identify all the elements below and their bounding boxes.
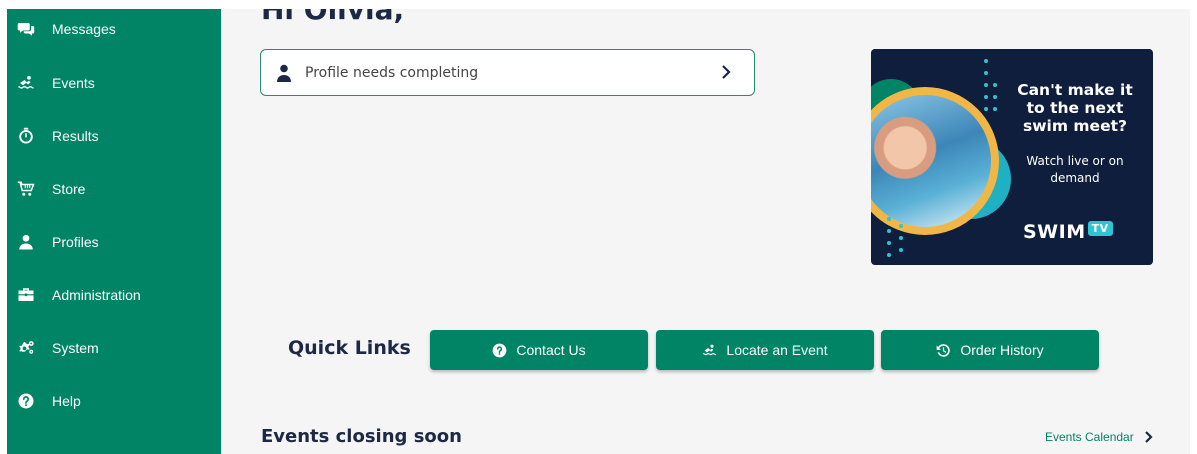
question-circle-icon bbox=[493, 343, 507, 357]
sidebar-item-messages[interactable]: Messages bbox=[7, 9, 221, 49]
profile-card-text: Profile needs completing bbox=[305, 64, 479, 81]
ad-headline: Can't make it to the next swim meet? bbox=[1017, 81, 1133, 135]
sidebar-item-events[interactable]: Events bbox=[7, 63, 221, 103]
chevron-right-icon bbox=[1144, 431, 1153, 443]
decorative-dots bbox=[984, 59, 988, 119]
swimtv-ad-banner[interactable]: Can't make it to the next swim meet? Wat… bbox=[871, 49, 1153, 265]
sidebar-item-label: Results bbox=[52, 128, 99, 144]
sidebar-item-label: Events bbox=[52, 75, 95, 91]
sidebar-item-label: Store bbox=[52, 181, 86, 197]
sidebar-item-administration[interactable]: Administration bbox=[7, 275, 221, 315]
sidebar-item-help[interactable]: Help bbox=[7, 381, 221, 421]
profile-completion-card[interactable]: Profile needs completing bbox=[260, 49, 755, 96]
ad-subline: Watch live or on demand bbox=[1026, 154, 1124, 185]
locate-event-button[interactable]: Locate an Event bbox=[656, 330, 874, 370]
user-icon bbox=[277, 64, 291, 82]
main-content: Hi Olivia, Profile needs completing Can'… bbox=[221, 9, 1190, 454]
sidebar-item-label: Help bbox=[52, 393, 81, 409]
sidebar: Messages Events Results Store Profiles A… bbox=[7, 9, 221, 454]
contact-us-button[interactable]: Contact Us bbox=[430, 330, 648, 370]
page-title: Hi Olivia, bbox=[261, 9, 405, 26]
events-closing-soon-heading: Events closing soon bbox=[261, 426, 462, 447]
history-icon bbox=[937, 343, 951, 357]
sidebar-item-label: Profiles bbox=[52, 234, 99, 250]
button-label: Order History bbox=[960, 342, 1044, 358]
chat-bubbles-icon bbox=[15, 18, 37, 40]
sidebar-item-system[interactable]: System bbox=[7, 328, 221, 368]
chevron-right-icon bbox=[722, 65, 731, 79]
user-icon bbox=[15, 231, 37, 253]
stopwatch-icon bbox=[15, 125, 37, 147]
swimmer-icon bbox=[703, 344, 717, 355]
button-label: Locate an Event bbox=[726, 342, 828, 358]
decorative-dots bbox=[899, 224, 903, 260]
link-label: Events Calendar bbox=[1045, 430, 1134, 444]
sidebar-item-profiles[interactable]: Profiles bbox=[7, 222, 221, 262]
shopping-cart-icon bbox=[15, 178, 37, 200]
question-circle-icon bbox=[15, 390, 37, 412]
sidebar-item-label: Administration bbox=[52, 287, 141, 303]
events-calendar-link[interactable]: Events Calendar bbox=[1045, 430, 1154, 444]
decorative-dots bbox=[887, 217, 891, 265]
sidebar-item-store[interactable]: Store bbox=[7, 169, 221, 209]
quick-links-label: Quick Links bbox=[288, 337, 411, 359]
sidebar-item-results[interactable]: Results bbox=[7, 116, 221, 156]
order-history-button[interactable]: Order History bbox=[881, 330, 1099, 370]
briefcase-icon bbox=[15, 284, 37, 306]
swimmer-icon bbox=[15, 72, 37, 94]
decorative-dots bbox=[993, 83, 997, 119]
button-label: Contact Us bbox=[516, 342, 586, 358]
swimtv-logo: SWIM TV bbox=[1023, 221, 1127, 245]
sidebar-item-label: Messages bbox=[52, 21, 116, 37]
sidebar-item-label: System bbox=[52, 340, 99, 356]
gears-icon bbox=[15, 337, 37, 359]
